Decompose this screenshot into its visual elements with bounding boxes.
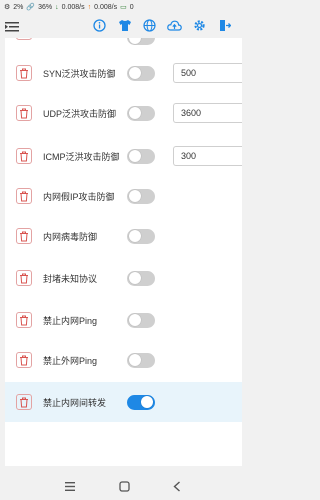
rule-row: SYN泛洪攻击防御 500 <box>5 53 242 93</box>
rule-row: UDP泛洪攻击防御 3600 <box>5 93 242 133</box>
gear-icon[interactable] <box>192 18 207 33</box>
upload-speed-text: 0.008/s <box>94 3 118 11</box>
rule-toggle[interactable] <box>127 270 155 286</box>
settings-status-icon: ⚙ <box>4 4 11 11</box>
rule-row: 禁止内网Ping <box>5 300 242 340</box>
home-square-icon[interactable] <box>116 478 132 494</box>
trash-icon[interactable] <box>16 394 32 410</box>
toggle-knob <box>129 67 141 79</box>
screen-count-text: 0 <box>129 3 134 11</box>
trash-icon[interactable] <box>16 65 32 81</box>
download-arrow-icon: ↓ <box>55 3 59 11</box>
trash-icon[interactable] <box>16 228 32 244</box>
upload-arrow-icon: ↑ <box>87 3 92 11</box>
toggle-knob <box>141 396 153 408</box>
rule-row: 内网病毒防御 <box>5 216 242 256</box>
battery-text: 36% <box>38 3 53 11</box>
rules-card: SYN泛洪攻击防御 500 UDP泛洪攻击防御 3600 ICMP泛洪攻击防御 300 内网… <box>5 38 242 466</box>
rule-label: 禁止内网间转发 <box>43 397 107 408</box>
rule-label: 禁止外网Ping <box>43 355 98 366</box>
trash-icon[interactable] <box>16 352 32 368</box>
download-speed-text: 0.008/s <box>61 3 85 11</box>
rule-toggle[interactable] <box>127 65 155 81</box>
globe-icon[interactable] <box>142 18 157 33</box>
logout-icon[interactable] <box>217 18 232 33</box>
rule-label: 封堵未知协议 <box>43 273 98 284</box>
rule-label: 内网假IP攻击防御 <box>43 191 115 202</box>
rule-threshold-input[interactable]: 3600 <box>173 103 242 123</box>
rule-toggle[interactable] <box>127 105 155 121</box>
rule-label: 内网病毒防御 <box>43 231 98 242</box>
rule-row: 禁止外网Ping <box>5 340 242 380</box>
rule-label: UDP泛洪攻击防御 <box>43 108 117 119</box>
trash-icon[interactable] <box>16 105 32 121</box>
link-status-icon: 🔗 <box>26 4 36 11</box>
rule-label: 禁止内网Ping <box>43 315 98 326</box>
toggle-knob <box>129 190 141 202</box>
battery-small-text: 2% <box>13 3 24 11</box>
trash-icon[interactable] <box>16 38 32 40</box>
rule-toggle[interactable] <box>127 352 155 368</box>
rule-label: ICMP泛洪攻击防御 <box>43 151 120 162</box>
info-icon[interactable] <box>92 18 107 33</box>
trash-icon[interactable] <box>16 188 32 204</box>
toggle-knob <box>129 230 141 242</box>
trash-icon[interactable] <box>16 312 32 328</box>
toggle-knob <box>129 354 141 366</box>
rule-row: ICMP泛洪攻击防御 300 <box>5 136 242 176</box>
cloud-upload-icon[interactable] <box>167 18 182 33</box>
menu-lines-icon[interactable] <box>62 478 78 494</box>
rule-threshold-input[interactable]: 300 <box>173 146 242 166</box>
rule-toggle[interactable] <box>127 394 155 410</box>
rule-toggle[interactable] <box>127 148 155 164</box>
rule-toggle[interactable] <box>127 188 155 204</box>
trash-icon[interactable] <box>16 148 32 164</box>
status-bar: ⚙ 2% 🔗 36% ↓ 0.008/s ↑ 0.008/s ▭ 0 <box>0 0 247 14</box>
system-nav-bar <box>0 472 247 500</box>
rule-row: 禁止内网间转发 <box>5 382 242 422</box>
rule-toggle[interactable] <box>127 312 155 328</box>
rule-row: 内网假IP攻击防御 <box>5 176 242 216</box>
toggle-knob <box>129 107 141 119</box>
screen-icon: ▭ <box>120 4 127 11</box>
back-icon[interactable] <box>169 478 185 494</box>
toolbar <box>0 14 247 38</box>
menu-icon[interactable] <box>5 20 19 32</box>
rule-toggle[interactable] <box>127 228 155 244</box>
rule-row: 封堵未知协议 <box>5 258 242 298</box>
toggle-knob <box>129 314 141 326</box>
rule-label: SYN泛洪攻击防御 <box>43 68 116 79</box>
toggle-knob <box>129 150 141 162</box>
shirt-icon[interactable] <box>117 18 132 33</box>
trash-icon[interactable] <box>16 270 32 286</box>
partial-toggle[interactable] <box>127 38 155 45</box>
toggle-knob <box>129 272 141 284</box>
rule-threshold-input[interactable]: 500 <box>173 63 242 83</box>
